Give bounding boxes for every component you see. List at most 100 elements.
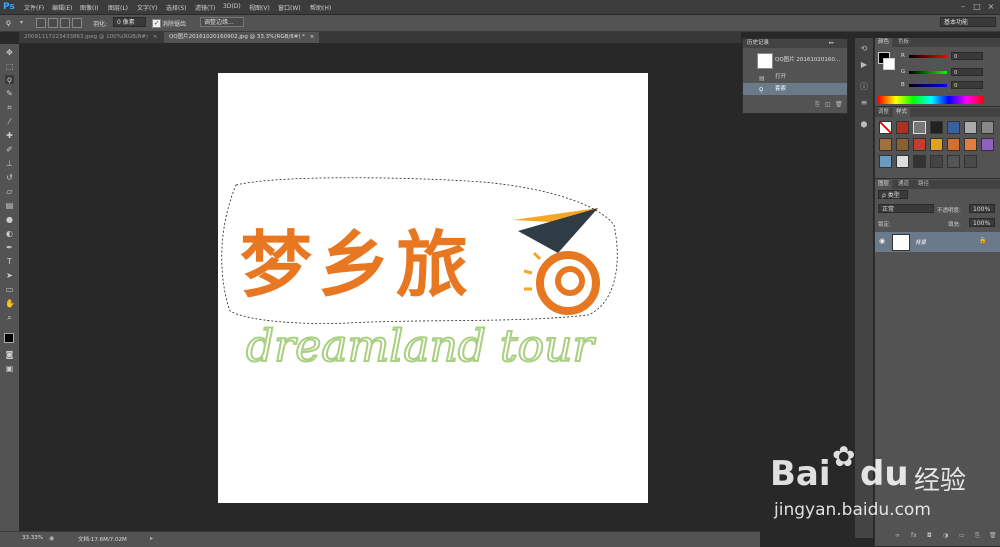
menu-layer[interactable]: 图层(L) (108, 3, 128, 12)
layer-kind-filter[interactable]: ρ 类型 (878, 190, 908, 199)
new-selection-icon[interactable] (36, 18, 46, 28)
menu-file[interactable]: 文件(F) (24, 3, 44, 12)
zoom-tool-icon[interactable]: ⌕ (5, 313, 14, 322)
history-brush-icon[interactable]: ↺ (5, 173, 14, 182)
quick-select-tool-icon[interactable]: ✎ (5, 89, 14, 98)
actions-icon[interactable]: ▶ (859, 60, 869, 70)
hand-tool-icon[interactable]: ✋ (5, 299, 15, 308)
style-swatch[interactable] (964, 121, 977, 134)
3d-icon[interactable]: ⬢ (859, 120, 869, 130)
feather-input[interactable]: 0 像素 (113, 17, 146, 27)
layer-row-background[interactable]: ◉ 背景 🔒 (875, 232, 1000, 252)
lasso-tool-icon[interactable]: ϙ (5, 75, 14, 84)
style-swatch[interactable] (947, 155, 960, 168)
style-swatch[interactable] (913, 121, 926, 134)
menu-window[interactable]: 窗口(W) (278, 3, 301, 12)
style-swatch[interactable] (879, 138, 892, 151)
g-slider[interactable] (909, 71, 947, 74)
type-tool-icon[interactable]: T (5, 257, 14, 266)
close-icon[interactable]: × (986, 2, 996, 11)
foreground-color-swatch[interactable] (4, 333, 14, 343)
history-icon[interactable]: ⟲ (859, 44, 869, 54)
camera-icon[interactable]: ◫ (825, 101, 831, 108)
quick-mask-icon[interactable]: ◙ (5, 350, 14, 359)
tab-document-2[interactable]: QQ图片20161020160902.jpg @ 33.3%(RGB/8#) *… (164, 32, 319, 43)
style-swatch[interactable] (947, 121, 960, 134)
maximize-icon[interactable]: □ (972, 2, 982, 11)
properties-icon[interactable]: ≡ (859, 98, 869, 108)
opacity-input[interactable]: 100% (969, 204, 995, 213)
subtract-selection-icon[interactable] (60, 18, 70, 28)
style-swatch[interactable] (879, 121, 892, 134)
style-swatch[interactable] (964, 138, 977, 151)
style-swatch[interactable] (981, 121, 994, 134)
link-layers-icon[interactable]: ∞ (895, 532, 900, 539)
r-slider[interactable] (909, 55, 947, 58)
style-swatch[interactable] (930, 155, 943, 168)
info-icon[interactable]: ⓘ (859, 82, 869, 92)
menu-image[interactable]: 图像(I) (80, 3, 98, 12)
marquee-tool-icon[interactable]: ⬚ (5, 62, 14, 71)
menu-view[interactable]: 视图(V) (249, 3, 270, 12)
menu-type[interactable]: 文字(Y) (137, 3, 157, 12)
menu-3d[interactable]: 3D(D) (223, 3, 241, 10)
tab-swatches[interactable]: 色板 (895, 38, 912, 47)
collapse-icon[interactable]: ▸▸ (829, 40, 834, 46)
eye-icon[interactable]: ◉ (879, 237, 885, 245)
zoom-level[interactable]: 33.33% (22, 535, 43, 541)
fill-input[interactable]: 100% (969, 218, 995, 227)
screen-mode-icon[interactable]: ▣ (5, 364, 14, 373)
lasso-selection[interactable] (218, 173, 618, 333)
style-swatch[interactable] (913, 138, 926, 151)
add-selection-icon[interactable] (48, 18, 58, 28)
status-arrow-icon[interactable]: ▸ (150, 535, 153, 542)
pen-tool-icon[interactable]: ✒ (5, 243, 14, 252)
trash-icon[interactable]: 🗑 (989, 532, 997, 539)
style-swatch[interactable] (913, 155, 926, 168)
fx-icon[interactable]: fx (911, 532, 917, 539)
chevron-down-icon[interactable]: ▾ (20, 19, 23, 26)
trash-icon[interactable]: 🗑 (835, 101, 843, 108)
new-doc-icon[interactable]: ⎘ (815, 101, 820, 109)
folder-icon[interactable]: ▭ (959, 532, 965, 539)
tab-close-icon[interactable]: × (153, 34, 158, 40)
refine-edge-button[interactable]: 调整边缘... (200, 17, 244, 27)
intersect-selection-icon[interactable] (72, 18, 82, 28)
tab-close-icon[interactable]: × (310, 34, 315, 40)
history-snapshot[interactable]: QQ图片 20161020160... (743, 51, 847, 69)
style-swatch[interactable] (896, 121, 909, 134)
color-spectrum[interactable] (878, 96, 984, 104)
blur-tool-icon[interactable]: ● (5, 215, 14, 224)
eyedropper-tool-icon[interactable]: ⁄ (5, 117, 14, 126)
minimize-icon[interactable]: – (958, 2, 968, 11)
gradient-tool-icon[interactable]: ▤ (5, 201, 14, 210)
dodge-tool-icon[interactable]: ◐ (5, 229, 14, 238)
style-swatch[interactable] (964, 155, 977, 168)
blend-mode-select[interactable]: 正常 (878, 204, 934, 213)
path-select-icon[interactable]: ➤ (5, 271, 14, 280)
menu-help[interactable]: 帮助(H) (310, 3, 331, 12)
style-swatch[interactable] (947, 138, 960, 151)
style-swatch[interactable] (879, 155, 892, 168)
tab-document-1[interactable]: 20091117223433863.jpeg @ 100%(RGB/8#) × (19, 32, 164, 43)
antialias-checkbox[interactable]: ✓ (152, 19, 161, 28)
menu-filter[interactable]: 滤镜(T) (195, 3, 215, 12)
g-value[interactable]: 0 (951, 68, 983, 76)
menu-edit[interactable]: 编辑(E) (52, 3, 72, 12)
shape-tool-icon[interactable]: ▭ (5, 285, 14, 294)
r-value[interactable]: 0 (951, 52, 983, 60)
b-slider[interactable] (909, 84, 947, 87)
new-layer-icon[interactable]: ⎘ (975, 532, 980, 540)
style-swatch[interactable] (981, 138, 994, 151)
tab-layers[interactable]: 图层 (875, 180, 893, 189)
healing-tool-icon[interactable]: ✚ (5, 131, 14, 140)
history-item[interactable]: ▤ 打开 (743, 71, 847, 83)
tab-color[interactable]: 颜色 (875, 38, 893, 47)
style-swatch[interactable] (930, 121, 943, 134)
crop-tool-icon[interactable]: ⌗ (5, 103, 14, 112)
adjustment-icon[interactable]: ◑ (943, 532, 948, 539)
move-tool-icon[interactable]: ✥ (5, 48, 14, 57)
brush-tool-icon[interactable]: ✐ (5, 145, 14, 154)
tab-paths[interactable]: 路径 (915, 180, 932, 189)
style-swatch[interactable] (930, 138, 943, 151)
